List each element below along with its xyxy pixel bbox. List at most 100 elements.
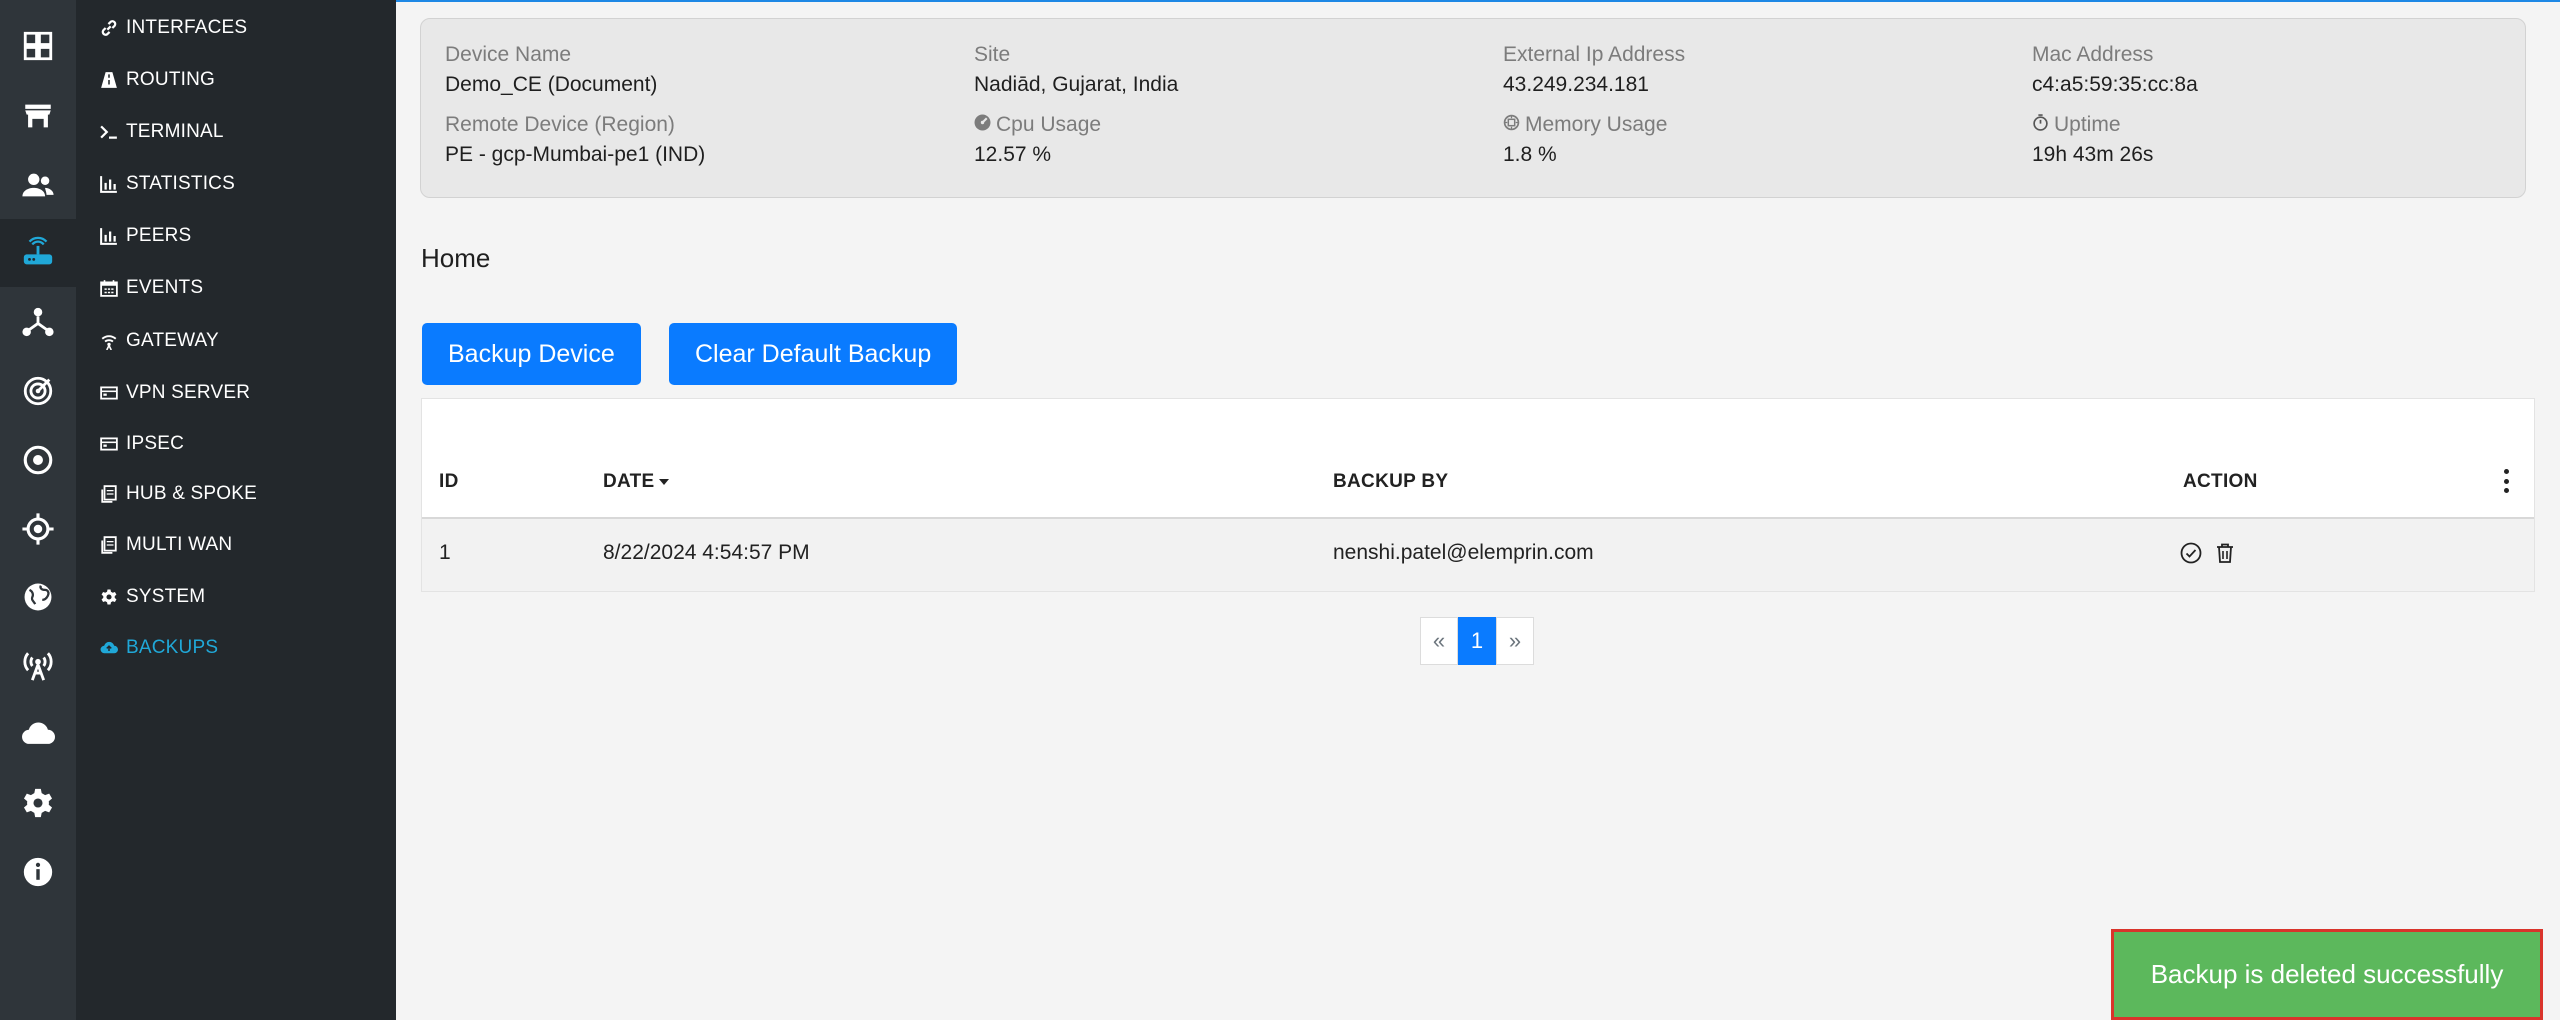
sort-desc-icon	[658, 478, 670, 486]
nav-label: SYSTEM	[126, 586, 206, 607]
memory-usage-value: 1.8 %	[1503, 143, 1557, 166]
backups-table: ID DATE BACKUP BY ACTION 1 8/22/2024 4:5…	[421, 398, 2535, 592]
pagination-page-1[interactable]: 1	[1458, 617, 1496, 665]
nav-label: HUB & SPOKE	[126, 483, 258, 504]
nav-label: TERMINAL	[126, 121, 224, 142]
nav-item-backups[interactable]: BACKUPS	[100, 628, 218, 668]
globe-icon[interactable]	[0, 563, 76, 631]
info-icon[interactable]	[0, 838, 76, 906]
nav-label: VPN SERVER	[126, 382, 251, 403]
sub-navigation: INTERFACES ROUTING TERMINAL STATISTICS P…	[76, 0, 396, 1020]
remote-device-field: Remote Device (Region) PE - gcp-Mumbai-p…	[445, 113, 705, 167]
nav-label: EVENTS	[126, 277, 204, 298]
mac-address-value: c4:a5:59:35:cc:8a	[2032, 73, 2198, 96]
terminal-icon	[100, 123, 118, 141]
page-title: Home	[421, 243, 491, 273]
network-icon[interactable]	[0, 288, 76, 356]
column-menu-icon[interactable]	[2502, 469, 2510, 493]
nav-item-peers[interactable]: PEERS	[100, 216, 191, 256]
column-header-backup-by[interactable]: BACKUP BY	[1333, 471, 1448, 493]
nav-item-hub-spoke[interactable]: HUB & SPOKE	[100, 474, 257, 514]
target-icon[interactable]	[0, 426, 76, 494]
nav-item-terminal[interactable]: TERMINAL	[100, 112, 224, 152]
mac-address-label: Mac Address	[2032, 43, 2154, 66]
wifi-icon	[100, 332, 118, 350]
nav-item-ipsec[interactable]: IPSEC	[100, 424, 184, 464]
cell-id: 1	[439, 541, 451, 564]
device-name-label: Device Name	[445, 43, 572, 66]
nav-item-events[interactable]: EVENTS	[100, 268, 203, 308]
mac-address-field: Mac Address c4:a5:59:35:cc:8a	[2032, 43, 2198, 97]
table-row: 1 8/22/2024 4:54:57 PM nenshi.patel@elem…	[422, 519, 2534, 591]
cpu-usage-label: Cpu Usage	[996, 113, 1102, 136]
external-ip-value: 43.249.234.181	[1503, 73, 1649, 96]
memory-usage-heading: Memory Usage	[1503, 113, 1667, 137]
memory-usage-field: Memory Usage 1.8 %	[1503, 113, 1667, 167]
copy-icon	[100, 536, 118, 554]
nav-label: IPSEC	[126, 433, 185, 454]
cpu-usage-value: 12.57 %	[974, 143, 1052, 166]
nav-label: ROUTING	[126, 69, 216, 90]
cell-backup-by: nenshi.patel@elemprin.com	[1333, 541, 1594, 564]
external-ip-label: External Ip Address	[1503, 43, 1686, 66]
road-icon	[100, 71, 118, 89]
nav-item-statistics[interactable]: STATISTICS	[100, 164, 235, 204]
nav-label: GATEWAY	[126, 330, 219, 351]
uptime-label: Uptime	[2054, 113, 2121, 136]
uptime-value: 19h 43m 26s	[2032, 143, 2154, 166]
nav-label: STATISTICS	[126, 173, 235, 194]
row-actions	[2179, 541, 2237, 565]
nav-item-gateway[interactable]: GATEWAY	[100, 321, 219, 361]
success-toast[interactable]: Backup is deleted successfully	[2111, 929, 2543, 1020]
uptime-field: Uptime 19h 43m 26s	[2032, 113, 2153, 167]
nav-label: MULTI WAN	[126, 534, 233, 555]
server-icon	[100, 435, 118, 453]
date-header-label: DATE	[603, 471, 655, 492]
cog-icon	[100, 588, 118, 606]
clear-default-backup-button[interactable]: Clear Default Backup	[669, 323, 958, 385]
gear-icon[interactable]	[0, 769, 76, 837]
cpu-usage-field: Cpu Usage 12.57 %	[974, 113, 1101, 167]
nav-item-multi-wan[interactable]: MULTI WAN	[100, 525, 232, 565]
nav-item-interfaces[interactable]: INTERFACES	[100, 8, 247, 48]
nav-label: INTERFACES	[126, 17, 248, 38]
restore-check-icon[interactable]	[2179, 541, 2203, 565]
gauge-icon	[974, 113, 996, 137]
cloud-icon[interactable]	[0, 700, 76, 768]
router-icon[interactable]	[0, 219, 76, 287]
bar-chart-icon	[100, 175, 118, 193]
memory-icon	[1503, 113, 1525, 137]
crosshair-icon[interactable]	[0, 495, 76, 563]
remote-device-value: PE - gcp-Mumbai-pe1 (IND)	[445, 143, 706, 166]
device-name-value: Demo_CE (Document)	[445, 73, 658, 96]
nav-item-vpn-server[interactable]: VPN SERVER	[100, 373, 250, 413]
copy-icon	[100, 485, 118, 503]
nav-item-system[interactable]: SYSTEM	[100, 577, 205, 617]
pagination-next[interactable]: »	[1496, 617, 1534, 665]
nav-item-routing[interactable]: ROUTING	[100, 60, 215, 100]
store-icon[interactable]	[0, 82, 76, 150]
link-icon	[100, 19, 118, 37]
stopwatch-icon	[2032, 113, 2054, 137]
column-header-date[interactable]: DATE	[603, 471, 670, 493]
device-info-card: Device Name Demo_CE (Document) Site Nadi…	[420, 18, 2526, 198]
column-header-action: ACTION	[2183, 471, 2258, 492]
cpu-usage-heading: Cpu Usage	[974, 113, 1101, 137]
delete-trash-icon[interactable]	[2213, 541, 2237, 565]
radar-icon[interactable]	[0, 357, 76, 425]
dashboard-icon[interactable]	[0, 12, 76, 80]
backup-device-button[interactable]: Backup Device	[422, 323, 641, 385]
column-header-id[interactable]: ID	[439, 471, 459, 493]
server-icon	[100, 384, 118, 402]
cloud-upload-icon	[100, 639, 118, 657]
users-icon[interactable]	[0, 151, 76, 219]
uptime-heading: Uptime	[2032, 113, 2153, 137]
memory-usage-label: Memory Usage	[1525, 113, 1668, 136]
calendar-icon	[100, 279, 118, 297]
antenna-icon[interactable]	[0, 632, 76, 700]
pagination-prev[interactable]: «	[1420, 617, 1458, 665]
bar-chart-icon	[100, 227, 118, 245]
nav-label: PEERS	[126, 225, 192, 246]
remote-device-label: Remote Device (Region)	[445, 113, 675, 136]
pagination: « 1 »	[1420, 617, 1534, 665]
